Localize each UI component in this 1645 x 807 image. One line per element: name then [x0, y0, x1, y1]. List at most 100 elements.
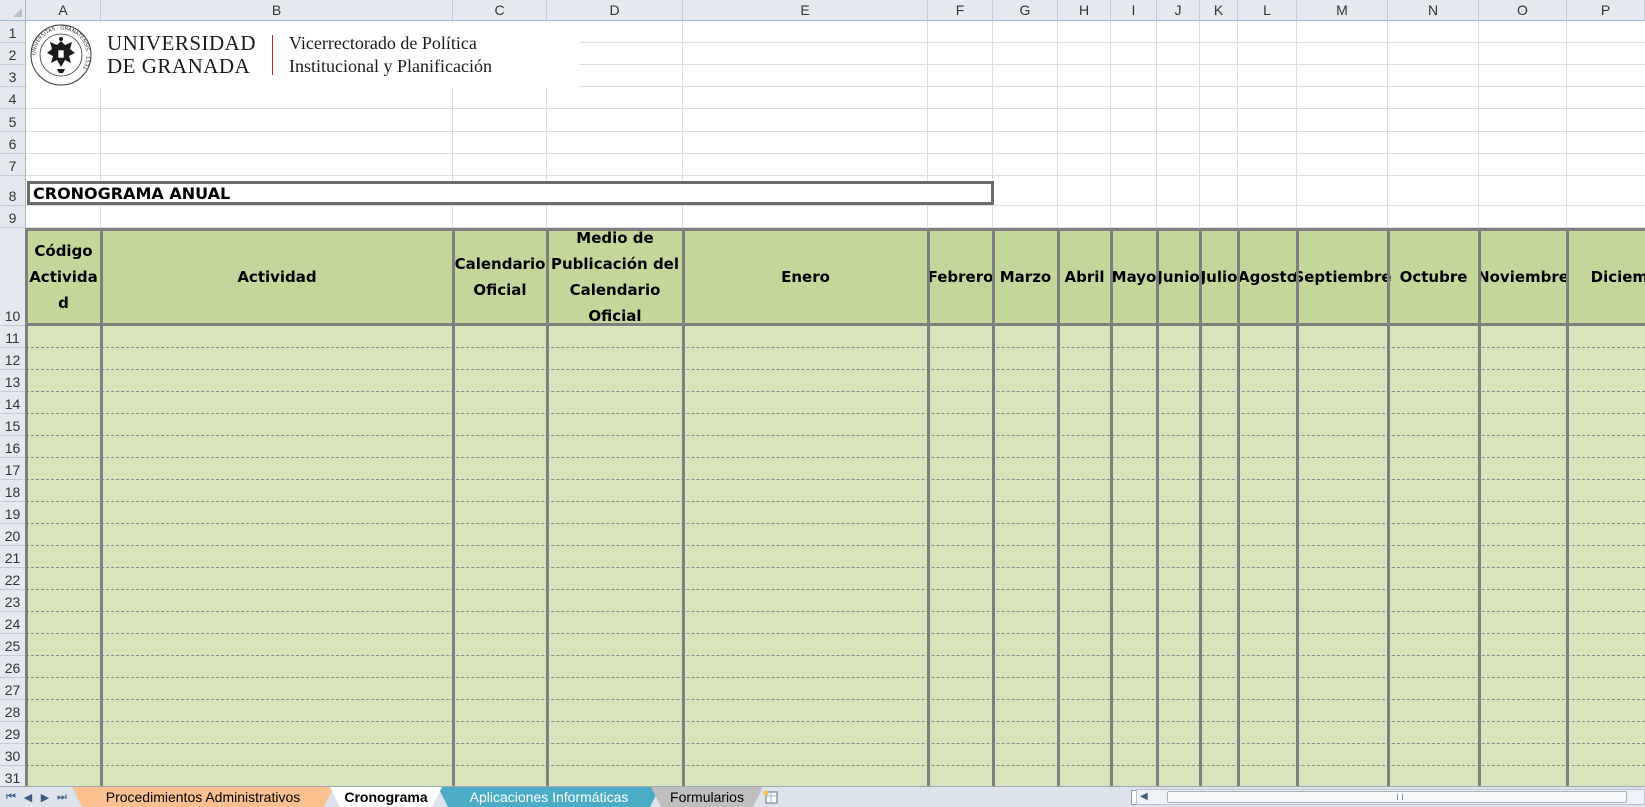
row-header-11[interactable]: 11 [0, 326, 26, 348]
header-line: Julio [1200, 268, 1238, 286]
select-all-corner[interactable] [0, 0, 26, 21]
column-header-d[interactable]: D [547, 0, 683, 21]
row-header-3[interactable]: 3 [0, 65, 26, 87]
row-header-5[interactable]: 5 [0, 109, 26, 132]
header-text: Enero [781, 264, 830, 290]
row-header-14[interactable]: 14 [0, 392, 26, 414]
header-cell-f[interactable]: Febrero [928, 231, 994, 323]
header-line: Diciembre [1590, 268, 1645, 286]
header-cell-o[interactable]: Noviembre [1477, 231, 1569, 323]
sheet-tab-aplicaciones-informáticas[interactable]: Aplicaciones Informáticas [438, 787, 660, 807]
row-header-2[interactable]: 2 [0, 43, 26, 65]
header-cell-d[interactable]: Medio de Publicación del Calendario Oficial [547, 229, 683, 325]
row-header-25[interactable]: 25 [0, 634, 26, 656]
column-header-l[interactable]: L [1238, 0, 1297, 21]
first-sheet-icon[interactable]: ⏮ [4, 790, 18, 804]
row-header-8[interactable]: 8 [0, 176, 26, 206]
row-header-22[interactable]: 22 [0, 568, 26, 590]
header-cell-b[interactable]: Actividad [101, 231, 453, 323]
header-cell-h[interactable]: Abril [1058, 231, 1111, 323]
header-line: Mayo [1111, 268, 1157, 286]
header-cell-a[interactable]: Código Activida d [26, 231, 101, 323]
header-text: Julio [1201, 264, 1238, 290]
column-header-i[interactable]: I [1111, 0, 1157, 21]
row-header-4[interactable]: 4 [0, 87, 26, 109]
row-header-1[interactable]: 1 [0, 21, 26, 43]
column-header-a[interactable]: A [26, 0, 101, 21]
spreadsheet-grid[interactable]: UNIVERSITAS · GRANATENSIS · 1531 UNIVERS… [0, 0, 1645, 786]
row-separator [26, 391, 1645, 392]
row-header-7[interactable]: 7 [0, 154, 26, 176]
header-cell-e[interactable]: Enero [683, 231, 928, 323]
header-cell-i[interactable]: Mayo [1111, 231, 1157, 323]
column-header-k[interactable]: K [1200, 0, 1238, 21]
university-seal-icon: UNIVERSITAS · GRANATENSIS · 1531 [30, 24, 92, 86]
row-header-17[interactable]: 17 [0, 458, 26, 480]
row-header-28[interactable]: 28 [0, 700, 26, 722]
column-header-b[interactable]: B [101, 0, 453, 21]
prev-sheet-icon[interactable]: ◀ [21, 790, 35, 804]
column-header-m[interactable]: M [1297, 0, 1388, 21]
row-header-10[interactable]: 10 [0, 228, 26, 326]
row-header-27[interactable]: 27 [0, 678, 26, 700]
table-header-row: Código Activida d Actividad Calendario Oficia… [26, 228, 1645, 326]
row-header-18[interactable]: 18 [0, 480, 26, 502]
table-body[interactable] [26, 326, 1645, 786]
next-sheet-icon[interactable]: ▶ [38, 790, 52, 804]
row-gridline [26, 153, 1645, 154]
row-header-6[interactable]: 6 [0, 132, 26, 154]
scrollbar-thumb[interactable] [1167, 791, 1627, 803]
header-cell-g[interactable]: Marzo [993, 231, 1058, 323]
row-header-13[interactable]: 13 [0, 370, 26, 392]
row-header-26[interactable]: 26 [0, 656, 26, 678]
logo-separator [272, 35, 273, 75]
row-header-9[interactable]: 9 [0, 206, 26, 228]
column-border [1199, 228, 1202, 786]
insert-sheet-icon[interactable] [762, 789, 782, 806]
sheet-tab-cronograma[interactable]: Cronograma [330, 787, 442, 807]
header-cell-m[interactable]: Septiembre [1293, 231, 1391, 323]
horizontal-scrollbar[interactable]: ◀ [1136, 789, 1645, 805]
header-cell-l[interactable]: Agosto [1238, 231, 1297, 323]
header-cell-k[interactable]: Julio [1200, 231, 1238, 323]
column-border [682, 228, 685, 786]
row-header-20[interactable]: 20 [0, 524, 26, 546]
header-cell-n[interactable]: Octubre [1388, 231, 1479, 323]
column-header-e[interactable]: E [683, 0, 928, 21]
header-cell-j[interactable]: Junio [1157, 231, 1200, 323]
header-text: Octubre [1400, 264, 1468, 290]
row-header-30[interactable]: 30 [0, 744, 26, 766]
last-sheet-icon[interactable]: ⏭ [55, 790, 69, 804]
sheet-tab-bar: ⏮ ◀ ▶ ⏭ Procedimientos Administrativos Crono… [0, 786, 1645, 807]
scroll-left-icon[interactable]: ◀ [1140, 791, 1148, 802]
column-gridline [1199, 21, 1200, 228]
column-header-p[interactable]: P [1567, 0, 1645, 21]
sheet-tab-procedimientos-administrativos[interactable]: Procedimientos Administrativos [72, 787, 334, 807]
column-header-j[interactable]: J [1157, 0, 1200, 21]
row-header-15[interactable]: 15 [0, 414, 26, 436]
column-gridline [1156, 21, 1157, 228]
row-header-16[interactable]: 16 [0, 436, 26, 458]
header-line: Actividad [237, 268, 317, 286]
header-cell-c[interactable]: Calendario Oficial [453, 231, 547, 323]
header-line: d [58, 294, 69, 312]
header-cell-p[interactable]: Diciembre [1567, 231, 1645, 323]
row-separator [26, 655, 1645, 656]
column-header-h[interactable]: H [1058, 0, 1111, 21]
row-header-12[interactable]: 12 [0, 348, 26, 370]
row-header-19[interactable]: 19 [0, 502, 26, 524]
title-cell[interactable]: CRONOGRAMA ANUAL [27, 181, 994, 205]
column-border [25, 228, 28, 786]
row-header-21[interactable]: 21 [0, 546, 26, 568]
column-header-c[interactable]: C [453, 0, 547, 21]
row-header-24[interactable]: 24 [0, 612, 26, 634]
column-header-g[interactable]: G [993, 0, 1058, 21]
column-header-f[interactable]: F [928, 0, 993, 21]
header-text: Septiembre [1293, 264, 1391, 290]
row-header-23[interactable]: 23 [0, 590, 26, 612]
column-header-o[interactable]: O [1479, 0, 1567, 21]
sheet-tab-formularios[interactable]: Formularios [651, 787, 763, 807]
row-header-29[interactable]: 29 [0, 722, 26, 744]
row-header-31[interactable]: 31 [0, 766, 26, 786]
column-header-n[interactable]: N [1388, 0, 1479, 21]
